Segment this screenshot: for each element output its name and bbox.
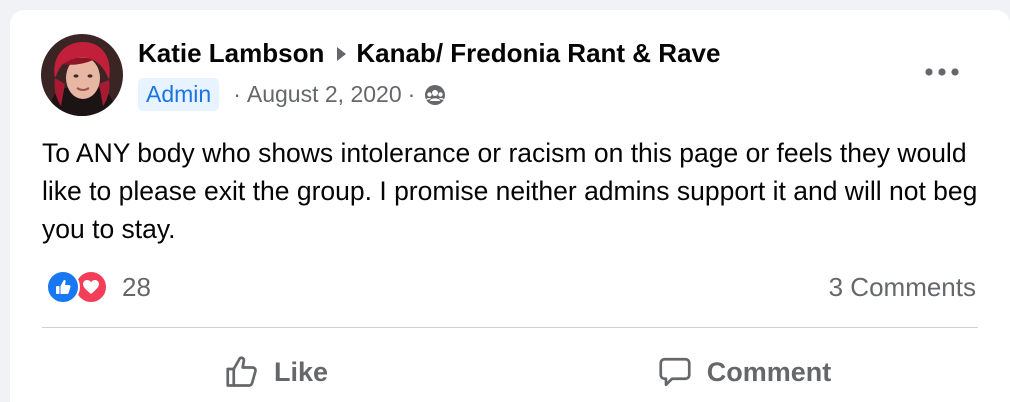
- comment-button-label: Comment: [706, 356, 832, 387]
- avatar[interactable]: [41, 34, 123, 116]
- post-header-title: Katie Lambson Kanab/ Fredonia Rant & Rav…: [138, 38, 720, 69]
- post-card: Katie Lambson Kanab/ Fredonia Rant & Rav…: [10, 10, 1010, 402]
- thumbs-up-icon: [224, 354, 260, 390]
- arrow-right-icon: [330, 46, 352, 62]
- post-text: To ANY body who shows intolerance or rac…: [42, 138, 978, 244]
- comment-bubble-icon: [657, 354, 693, 390]
- like-button-label: Like: [273, 356, 329, 387]
- author-name[interactable]: Katie Lambson: [138, 38, 324, 69]
- divider: [42, 327, 978, 328]
- comment-button[interactable]: Comment: [510, 344, 978, 400]
- group-name[interactable]: Kanab/ Fredonia Rant & Rave: [356, 38, 720, 69]
- comments-count[interactable]: 3 Comments: [829, 272, 976, 303]
- like-button[interactable]: Like: [42, 344, 510, 400]
- reactions-summary[interactable]: 28: [46, 270, 151, 304]
- reaction-count[interactable]: 28: [122, 272, 151, 303]
- separator-dot: ·: [407, 81, 416, 107]
- group-members-icon[interactable]: [423, 83, 447, 107]
- more-options-icon: [925, 68, 959, 76]
- post-meta: Admin · August 2, 2020 ·: [138, 78, 447, 111]
- post-date[interactable]: August 2, 2020: [247, 81, 402, 108]
- separator-dot: ·: [233, 81, 241, 107]
- more-options-button[interactable]: [910, 52, 974, 92]
- like-reaction-icon: [46, 270, 80, 304]
- admin-badge: Admin: [138, 78, 220, 111]
